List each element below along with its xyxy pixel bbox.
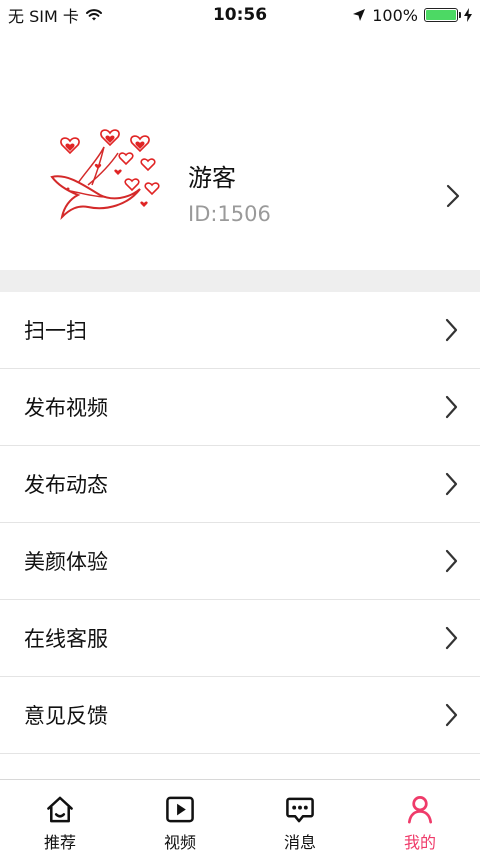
video-play-icon: [166, 796, 194, 823]
menu-item-label: 美颜体验: [24, 550, 108, 574]
chevron-right-icon: [445, 318, 458, 342]
tab-label: 视频: [163, 833, 196, 852]
menu-item-label: 意见反馈: [24, 704, 108, 728]
carrier-text: 无 SIM 卡: [8, 7, 79, 26]
menu-item-publish-video[interactable]: 发布视频: [0, 369, 480, 446]
chevron-right-icon: [445, 626, 458, 650]
home-icon: [47, 796, 73, 823]
status-bar: 无 SIM 卡 10:56 100%: [0, 0, 480, 30]
chevron-right-icon: [445, 472, 458, 496]
menu-item-label: 在线客服: [24, 627, 108, 651]
status-right: 100%: [352, 6, 480, 25]
chevron-right-icon: [445, 549, 458, 573]
tab-messages[interactable]: 消息: [240, 780, 360, 853]
menu-item-label: 发布视频: [24, 396, 108, 420]
battery-percent: 100%: [372, 5, 418, 25]
section-divider: [0, 270, 480, 292]
tab-recommend[interactable]: 推荐: [0, 780, 120, 853]
message-icon: [286, 797, 314, 823]
menu-item-scan[interactable]: 扫一扫: [0, 292, 480, 369]
wifi-icon: [85, 9, 102, 21]
tab-label: 我的: [403, 833, 436, 852]
menu-item-beauty[interactable]: 美颜体验: [0, 523, 480, 600]
tab-bar: 推荐 视频 消息 我的: [0, 779, 480, 853]
chevron-right-icon: [445, 703, 458, 727]
chevron-right-icon: [446, 184, 460, 208]
status-left: 无 SIM 卡: [0, 3, 103, 27]
location-arrow-icon: [353, 9, 366, 21]
menu-item-label: 扫一扫: [24, 319, 87, 343]
tab-label: 消息: [283, 833, 316, 852]
tab-mine[interactable]: 我的: [360, 780, 480, 853]
menu-item-label: 发布动态: [24, 473, 108, 497]
battery-icon: [424, 8, 461, 22]
user-icon: [407, 796, 433, 824]
avatar: [50, 129, 160, 221]
charging-bolt-icon: [464, 8, 472, 22]
username: 游客: [188, 164, 236, 192]
profile-header[interactable]: 游客 ID:1506: [0, 30, 480, 270]
menu-list: 扫一扫 发布视频 发布动态 美颜体验 在线客服 意见反馈: [0, 292, 480, 754]
menu-item-publish-post[interactable]: 发布动态: [0, 446, 480, 523]
tab-label: 推荐: [43, 833, 76, 852]
menu-item-feedback[interactable]: 意见反馈: [0, 677, 480, 754]
chevron-right-icon: [445, 395, 458, 419]
tab-video[interactable]: 视频: [120, 780, 240, 853]
user-id: ID:1506: [188, 202, 271, 226]
menu-item-support[interactable]: 在线客服: [0, 600, 480, 677]
